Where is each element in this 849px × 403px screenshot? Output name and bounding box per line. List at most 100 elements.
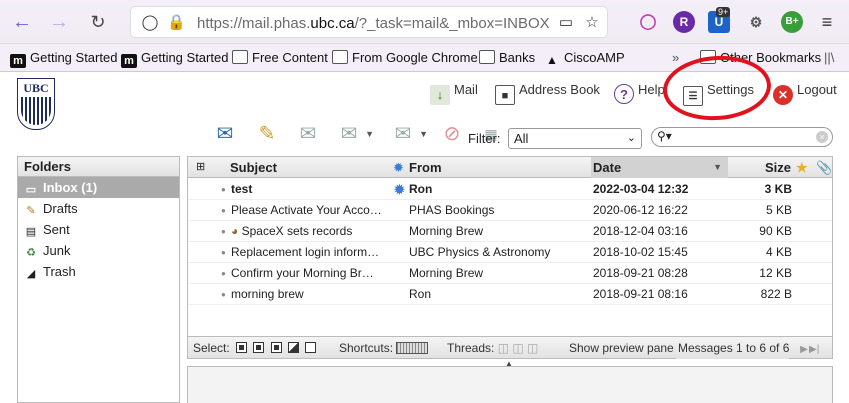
keyboard-icon[interactable] bbox=[396, 342, 429, 354]
select-page-icon[interactable] bbox=[253, 342, 265, 353]
url-text[interactable]: https://mail.phas.ubc.ca/?_task=mail&_mb… bbox=[197, 15, 550, 32]
refresh-mail-icon[interactable]: ✉ bbox=[210, 119, 240, 149]
reload-icon[interactable]: ↻ bbox=[86, 10, 110, 34]
row-subject[interactable]: Please Activate Your Acco… bbox=[231, 200, 381, 221]
select-all-icon[interactable] bbox=[236, 342, 248, 353]
table-row[interactable]: ● Replacement login inform… UBC Physics … bbox=[188, 242, 832, 263]
search-icon[interactable]: ⚲▾ bbox=[657, 129, 672, 143]
list-options-icon[interactable]: ⊞ bbox=[196, 157, 205, 178]
bookmark-item[interactable]: m Getting Started bbox=[121, 49, 228, 68]
compose-icon[interactable]: ✎ bbox=[252, 119, 282, 149]
row-subject[interactable]: morning brew bbox=[231, 284, 381, 305]
help-icon: ? bbox=[614, 84, 634, 104]
column-from[interactable]: From bbox=[409, 157, 442, 178]
next-page-icon[interactable]: ▶ bbox=[799, 339, 809, 361]
table-row[interactable]: ● test ✹ Ron 2022-03-04 12:32 3 KB bbox=[188, 179, 832, 200]
status-dot-icon: ● bbox=[221, 206, 226, 215]
hamburger-menu-icon[interactable]: ≡ bbox=[816, 11, 838, 33]
extension-b-icon[interactable]: B+ bbox=[781, 11, 803, 33]
column-subject[interactable]: Subject bbox=[230, 157, 277, 178]
filter-select[interactable]: All ⌄ bbox=[508, 128, 642, 149]
m-icon: m bbox=[10, 54, 26, 68]
row-date: 2018-09-21 08:16 bbox=[593, 287, 688, 301]
select-controls: Select: bbox=[193, 337, 317, 359]
bookmarks-overflow-icon[interactable]: » bbox=[672, 49, 679, 67]
folder-junk[interactable]: ♻ Junk bbox=[18, 240, 179, 261]
extension-badge: 9+ bbox=[716, 7, 731, 17]
table-row[interactable]: ● ◕ SpaceX sets records Morning Brew 201… bbox=[188, 221, 832, 242]
nav-mail[interactable]: ↓ Mail bbox=[430, 78, 478, 105]
row-date: 2018-12-04 03:16 bbox=[593, 224, 688, 238]
folder-drafts[interactable]: ✎ Drafts bbox=[18, 198, 179, 219]
pencil-icon: ✎ bbox=[26, 205, 36, 217]
reply-icon[interactable]: ✉ bbox=[293, 119, 323, 149]
status-dot-icon: ● bbox=[221, 248, 226, 257]
row-size: 12 KB bbox=[759, 266, 792, 280]
bookmark-item[interactable]: m Getting Started bbox=[10, 49, 117, 68]
select-invert-icon[interactable] bbox=[288, 342, 300, 353]
reply-all-icon[interactable]: ✉ ▼ bbox=[334, 119, 374, 149]
back-arrow-icon[interactable]: ← bbox=[10, 10, 34, 34]
nav-address-book[interactable]: ■ Address Book bbox=[495, 78, 600, 105]
pager: ▶▶| bbox=[799, 337, 819, 361]
row-size: 3 KB bbox=[764, 182, 792, 196]
browser-toolbar: ← → ↻ ◯ 🔒 https://mail.phas.ubc.ca/?_tas… bbox=[0, 0, 849, 44]
column-date[interactable]: Date ▼ bbox=[591, 157, 728, 178]
mail-icon: ↓ bbox=[430, 85, 450, 105]
select-none-icon[interactable] bbox=[305, 342, 317, 353]
preview-pane-toggle[interactable]: Show preview pane bbox=[569, 337, 692, 359]
folders-title: Folders bbox=[18, 157, 179, 177]
folder-trash[interactable]: ◢ Trash bbox=[18, 261, 179, 282]
bookmark-star-icon[interactable]: ☆ bbox=[583, 14, 601, 32]
nav-help[interactable]: ? Help bbox=[614, 78, 665, 104]
row-date: 2022-03-04 12:32 bbox=[593, 182, 689, 196]
clear-search-icon[interactable]: × bbox=[816, 131, 828, 143]
table-row[interactable]: ● Confirm your Morning Br… Morning Brew … bbox=[188, 263, 832, 284]
row-subject[interactable]: ◕ SpaceX sets records bbox=[231, 221, 381, 242]
row-subject[interactable]: test bbox=[231, 179, 381, 200]
threads-label: Threads: bbox=[447, 341, 495, 355]
last-page-icon[interactable]: ▶| bbox=[809, 339, 819, 361]
pot-icon: ◕ bbox=[231, 224, 242, 238]
column-size[interactable]: Size bbox=[765, 157, 791, 178]
status-dot-icon: ● bbox=[221, 185, 226, 194]
bookmark-folder[interactable]: From Google Chrome bbox=[332, 49, 478, 67]
folder-inbox[interactable]: ▭ Inbox (1) bbox=[18, 177, 179, 198]
flag-star-icon[interactable]: ★ bbox=[796, 157, 808, 178]
bookmark-item[interactable]: ▲ CiscoAMP bbox=[544, 49, 625, 67]
status-dot-icon: ● bbox=[221, 290, 226, 299]
attachment-icon[interactable]: 📎 bbox=[816, 157, 832, 178]
select-unread-icon[interactable] bbox=[270, 342, 282, 353]
threads-icons[interactable]: ◫ ◫ ◫ bbox=[498, 341, 539, 355]
row-subject[interactable]: Confirm your Morning Br… bbox=[231, 263, 381, 284]
profile-avatar-icon[interactable]: R bbox=[673, 11, 695, 33]
library-icon[interactable]: ||\ bbox=[824, 49, 834, 67]
row-size: 822 B bbox=[760, 287, 792, 301]
forward-icon[interactable]: ✉ ▼ bbox=[388, 119, 428, 149]
search-input[interactable]: ⚲▾ × bbox=[651, 127, 833, 147]
folder-sent[interactable]: ▤ Sent bbox=[18, 219, 179, 240]
table-row[interactable]: ● morning brew Ron 2018-09-21 08:16 822 … bbox=[188, 284, 832, 305]
row-date: 2018-09-21 08:28 bbox=[593, 266, 688, 280]
table-row[interactable]: ● Please Activate Your Acco… PHAS Bookin… bbox=[188, 200, 832, 221]
sort-desc-icon: ▼ bbox=[713, 162, 722, 172]
pocket-icon[interactable]: ◯ bbox=[637, 11, 659, 33]
forward-arrow-icon[interactable]: → bbox=[47, 10, 71, 34]
reader-view-icon[interactable]: ▭ bbox=[557, 14, 575, 32]
status-dot-icon: ● bbox=[221, 269, 226, 278]
row-from: Morning Brew bbox=[409, 266, 484, 280]
extension-printer-icon[interactable]: ⚙ bbox=[745, 11, 767, 33]
preview-pane bbox=[187, 366, 833, 403]
lock-icon[interactable]: 🔒 bbox=[167, 14, 186, 32]
row-subject[interactable]: Replacement login inform… bbox=[231, 242, 381, 263]
thread-column-icon[interactable]: ✹ bbox=[393, 157, 404, 178]
shield-icon[interactable]: ◯ bbox=[141, 14, 159, 32]
address-bar[interactable]: ◯ 🔒 https://mail.phas.ubc.ca/?_task=mail… bbox=[130, 6, 608, 38]
delete-icon[interactable]: ⊘ bbox=[437, 119, 467, 149]
nav-logout[interactable]: ✕ Logout bbox=[773, 78, 837, 105]
folder-icon bbox=[232, 50, 248, 64]
bookmark-folder[interactable]: Free Content bbox=[232, 49, 328, 67]
row-from: PHAS Bookings bbox=[409, 203, 495, 217]
shortcuts-label: Shortcuts: bbox=[339, 341, 394, 355]
bookmark-folder[interactable]: Banks bbox=[479, 49, 535, 67]
